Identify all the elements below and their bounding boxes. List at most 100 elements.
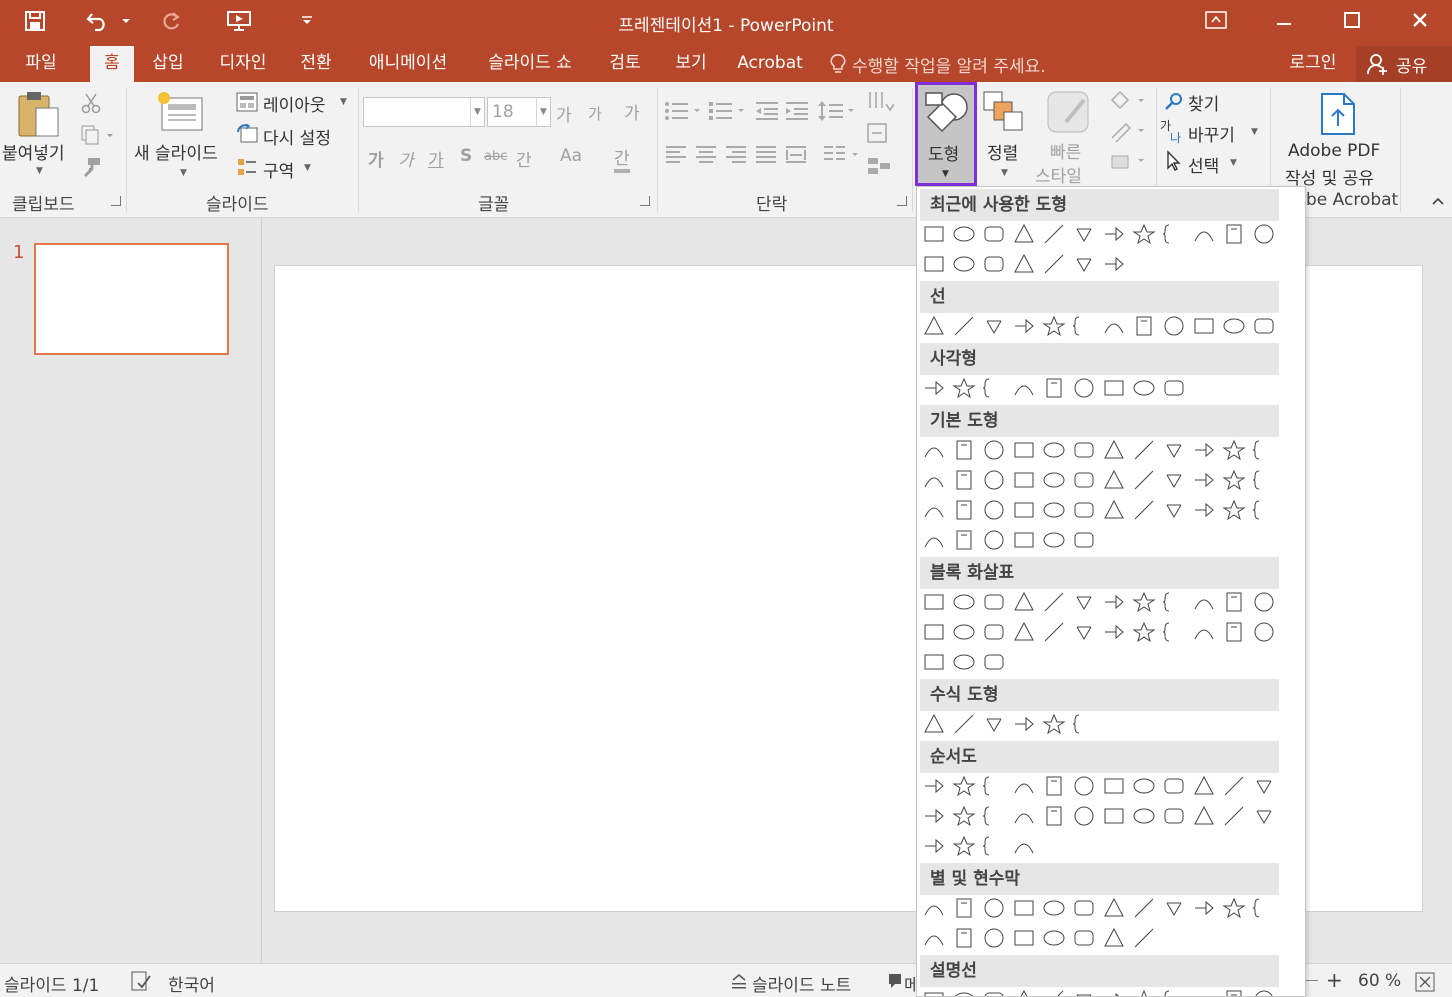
shape-option[interactable] — [1251, 467, 1277, 493]
font-color-button[interactable]: 간 — [614, 144, 630, 173]
shrink-font-button[interactable]: 가 — [588, 103, 602, 124]
replace-button[interactable]: 바꾸기 — [1188, 121, 1235, 146]
shape-option[interactable] — [1221, 437, 1247, 463]
shape-option[interactable] — [1011, 527, 1037, 553]
shape-option[interactable] — [1131, 619, 1157, 645]
shape-option[interactable] — [921, 895, 947, 921]
shape-option[interactable] — [1041, 497, 1067, 523]
shape-option[interactable] — [981, 773, 1007, 799]
shape-option[interactable] — [1161, 589, 1187, 615]
shape-option[interactable] — [1101, 313, 1127, 339]
shape-option[interactable] — [1101, 987, 1127, 996]
shape-option[interactable] — [1071, 221, 1097, 247]
font-name-dropdown-icon[interactable]: ▼ — [470, 98, 484, 126]
shape-option[interactable] — [1131, 437, 1157, 463]
shape-option[interactable] — [1011, 619, 1037, 645]
new-slide-icon[interactable] — [156, 90, 206, 134]
tab-file[interactable]: 파일 — [10, 46, 72, 82]
shape-option[interactable] — [981, 925, 1007, 951]
shape-option[interactable] — [981, 803, 1007, 829]
shape-option[interactable] — [1011, 987, 1037, 996]
shape-option[interactable] — [1191, 313, 1217, 339]
shape-option[interactable] — [1221, 467, 1247, 493]
tab-animations[interactable]: 애니메이션 — [356, 46, 460, 82]
shape-option[interactable] — [1041, 773, 1067, 799]
shape-option[interactable] — [921, 925, 947, 951]
shape-option[interactable] — [951, 589, 977, 615]
shape-option[interactable] — [1131, 773, 1157, 799]
shape-option[interactable] — [1071, 375, 1097, 401]
line-spacing-icon[interactable] — [818, 100, 856, 122]
shape-option[interactable] — [1131, 987, 1157, 996]
shape-option[interactable] — [1011, 773, 1037, 799]
shape-option[interactable] — [921, 437, 947, 463]
gallery-scrollbar[interactable] — [1279, 187, 1305, 996]
shape-option[interactable] — [1161, 803, 1187, 829]
shape-option[interactable] — [1191, 773, 1217, 799]
shape-outline-icon[interactable] — [1108, 120, 1148, 142]
shape-option[interactable] — [921, 251, 947, 277]
new-slide-dropdown-icon[interactable]: ▼ — [180, 168, 187, 178]
shape-option[interactable] — [1101, 589, 1127, 615]
shape-option[interactable] — [1131, 895, 1157, 921]
shape-option[interactable] — [1251, 437, 1277, 463]
shape-option[interactable] — [951, 773, 977, 799]
change-case-button[interactable]: Aa — [560, 146, 582, 166]
shape-option[interactable] — [951, 803, 977, 829]
shape-option[interactable] — [1101, 895, 1127, 921]
shape-option[interactable] — [1071, 895, 1097, 921]
shape-option[interactable] — [1251, 313, 1277, 339]
shape-option[interactable] — [1011, 803, 1037, 829]
distributed-icon[interactable] — [784, 144, 808, 166]
shape-option[interactable] — [951, 649, 977, 675]
shape-option[interactable] — [1131, 497, 1157, 523]
fit-to-window-icon[interactable] — [1414, 971, 1436, 993]
shape-option[interactable] — [1041, 437, 1067, 463]
language-indicator[interactable]: 한국어 — [168, 971, 215, 996]
share-button[interactable]: 공유 — [1356, 46, 1452, 82]
shape-option[interactable] — [1071, 251, 1097, 277]
shape-option[interactable] — [1101, 925, 1127, 951]
spelling-icon[interactable] — [130, 970, 152, 992]
shape-option[interactable] — [1071, 711, 1097, 737]
shape-option[interactable] — [951, 925, 977, 951]
shape-option[interactable] — [1131, 803, 1157, 829]
shape-option[interactable] — [981, 467, 1007, 493]
shape-option[interactable] — [1011, 497, 1037, 523]
shape-option[interactable] — [1191, 437, 1217, 463]
shape-option[interactable] — [981, 497, 1007, 523]
shape-option[interactable] — [1101, 467, 1127, 493]
shape-option[interactable] — [1041, 987, 1067, 996]
shape-option[interactable] — [921, 649, 947, 675]
signin-button[interactable]: 로그인 — [1276, 46, 1350, 82]
shape-option[interactable] — [981, 619, 1007, 645]
shape-option[interactable] — [1131, 375, 1157, 401]
bullets-icon[interactable] — [664, 100, 704, 122]
shapes-button[interactable]: 도형 ▼ — [915, 82, 977, 186]
shape-option[interactable] — [1071, 313, 1097, 339]
find-button[interactable]: 찾기 — [1188, 90, 1219, 115]
new-slide-label[interactable]: 새 슬라이드 — [134, 139, 218, 164]
bold-button[interactable]: 가 — [368, 146, 384, 171]
shape-option[interactable] — [1011, 251, 1037, 277]
shape-option[interactable] — [1161, 773, 1187, 799]
select-button[interactable]: 선택 — [1188, 152, 1219, 177]
replace-dropdown-icon[interactable]: ▼ — [1251, 127, 1258, 137]
decrease-indent-icon[interactable] — [754, 100, 780, 122]
shape-option[interactable] — [921, 313, 947, 339]
shape-option[interactable] — [1071, 803, 1097, 829]
slide-thumbnail[interactable] — [34, 243, 229, 355]
shape-option[interactable] — [1011, 589, 1037, 615]
font-name-combobox[interactable]: ▼ — [363, 97, 485, 127]
shape-option[interactable] — [1071, 619, 1097, 645]
shape-option[interactable] — [1071, 987, 1097, 996]
shape-option[interactable] — [1071, 467, 1097, 493]
quick-styles-icon[interactable] — [1046, 90, 1092, 136]
shape-option[interactable] — [1191, 619, 1217, 645]
shape-option[interactable] — [1251, 221, 1277, 247]
shape-option[interactable] — [981, 375, 1007, 401]
paste-label[interactable]: 붙여넣기 — [2, 139, 65, 164]
shape-option[interactable] — [1041, 527, 1067, 553]
font-launcher-icon[interactable] — [640, 196, 650, 206]
shape-option[interactable] — [951, 375, 977, 401]
